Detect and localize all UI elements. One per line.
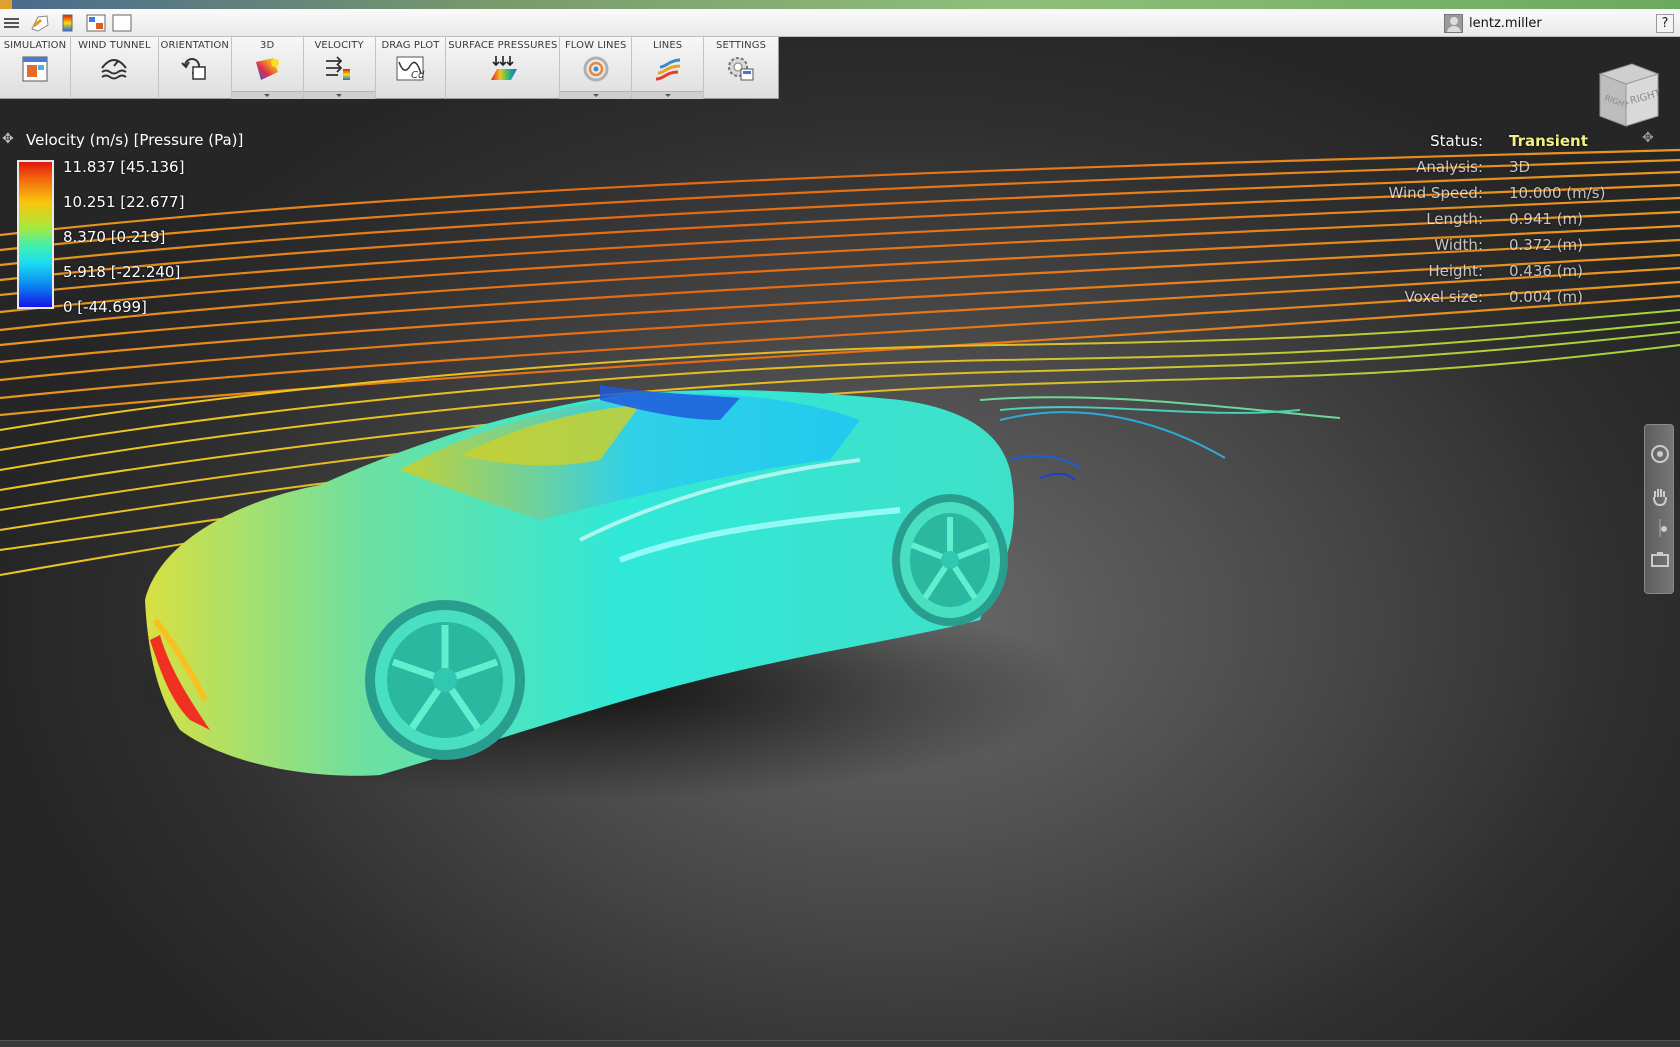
wind-speed-label: Wind Speed: — [1388, 184, 1483, 202]
width-value: 0.372 (m) — [1509, 236, 1584, 254]
wind-speed-value: 10.000 (m/s) — [1509, 184, 1606, 202]
navigation-bar — [1644, 424, 1674, 594]
status-value: Transient — [1509, 132, 1588, 150]
analysis-label: Analysis: — [1416, 158, 1483, 176]
panel-move-icon[interactable]: ✥ — [1642, 130, 1654, 146]
length-label: Length: — [1426, 210, 1483, 228]
legend-value: 5.918 [-22.240] — [63, 263, 181, 281]
legend-value: 10.251 [22.677] — [63, 193, 185, 211]
voxel-size-value: 0.004 (m) — [1509, 288, 1584, 306]
legend-value: 11.837 [45.136] — [63, 158, 185, 176]
length-value: 0.941 (m) — [1509, 210, 1584, 228]
viewcube[interactable]: RIGHT RIGHT — [1592, 60, 1662, 130]
analysis-value: 3D — [1509, 158, 1531, 176]
legend-value: 8.370 [0.219] — [63, 228, 166, 246]
voxel-size-label: Voxel size: — [1404, 288, 1483, 306]
status-label: Status: — [1430, 132, 1483, 150]
legend-value: 0 [-44.699] — [63, 298, 147, 316]
width-label: Width: — [1434, 236, 1483, 254]
legend-title: Velocity (m/s) [Pressure (Pa)] — [26, 131, 244, 149]
camera-icon[interactable] — [1649, 549, 1671, 571]
legend-color-bar — [17, 160, 54, 309]
status-bar — [0, 1040, 1680, 1047]
orbit-icon[interactable] — [1649, 443, 1671, 465]
pan-icon[interactable] — [1649, 485, 1671, 507]
legend-move-icon[interactable]: ✥ — [2, 132, 16, 146]
height-label: Height: — [1428, 262, 1483, 280]
zoom-slider-icon[interactable] — [1649, 517, 1671, 539]
height-value: 0.436 (m) — [1509, 262, 1584, 280]
